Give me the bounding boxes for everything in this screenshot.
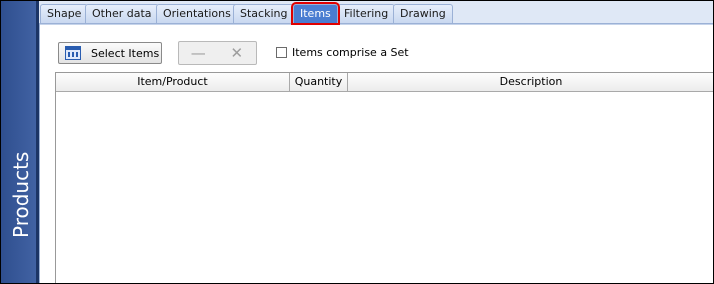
remove-item-button[interactable]: —: [179, 42, 218, 64]
delete-item-button[interactable]: ✕: [218, 42, 257, 64]
item-actions-group: — ✕: [178, 41, 257, 65]
items-set-checkbox[interactable]: [276, 47, 287, 58]
column-header-quantity[interactable]: Quantity: [290, 73, 348, 91]
tab-items[interactable]: Items: [291, 2, 340, 25]
minus-icon: —: [190, 44, 206, 62]
grid-header: Item/Product Quantity Description: [56, 73, 713, 92]
tab-content: Select Items — ✕ Items comprise a Set It…: [39, 24, 713, 283]
select-items-button[interactable]: Select Items: [58, 42, 162, 64]
items-grid[interactable]: Item/Product Quantity Description: [55, 72, 713, 283]
items-set-label: Items comprise a Set: [292, 46, 409, 59]
sidebar-label: Products: [9, 151, 33, 238]
tab-other-data[interactable]: Other data: [85, 4, 159, 23]
column-header-item-product[interactable]: Item/Product: [56, 73, 290, 91]
column-header-description[interactable]: Description: [348, 73, 713, 91]
tab-shape[interactable]: Shape: [40, 4, 89, 23]
table-icon: [65, 46, 81, 60]
x-icon: ✕: [230, 44, 244, 62]
tab-drawing[interactable]: Drawing: [393, 4, 453, 23]
select-items-label: Select Items: [91, 46, 160, 60]
items-set-option[interactable]: Items comprise a Set: [276, 46, 409, 59]
tab-orientations[interactable]: Orientations: [156, 4, 238, 23]
items-panel: Select Items — ✕ Items comprise a Set It…: [40, 24, 713, 283]
tab-stacking[interactable]: Stacking: [233, 4, 295, 23]
window: Products Shape Other data Orientations S…: [0, 0, 714, 284]
tab-filtering[interactable]: Filtering: [337, 4, 396, 23]
sidebar: Products: [1, 1, 36, 283]
tab-bar: Shape Other data Orientations Stacking I…: [39, 1, 713, 25]
